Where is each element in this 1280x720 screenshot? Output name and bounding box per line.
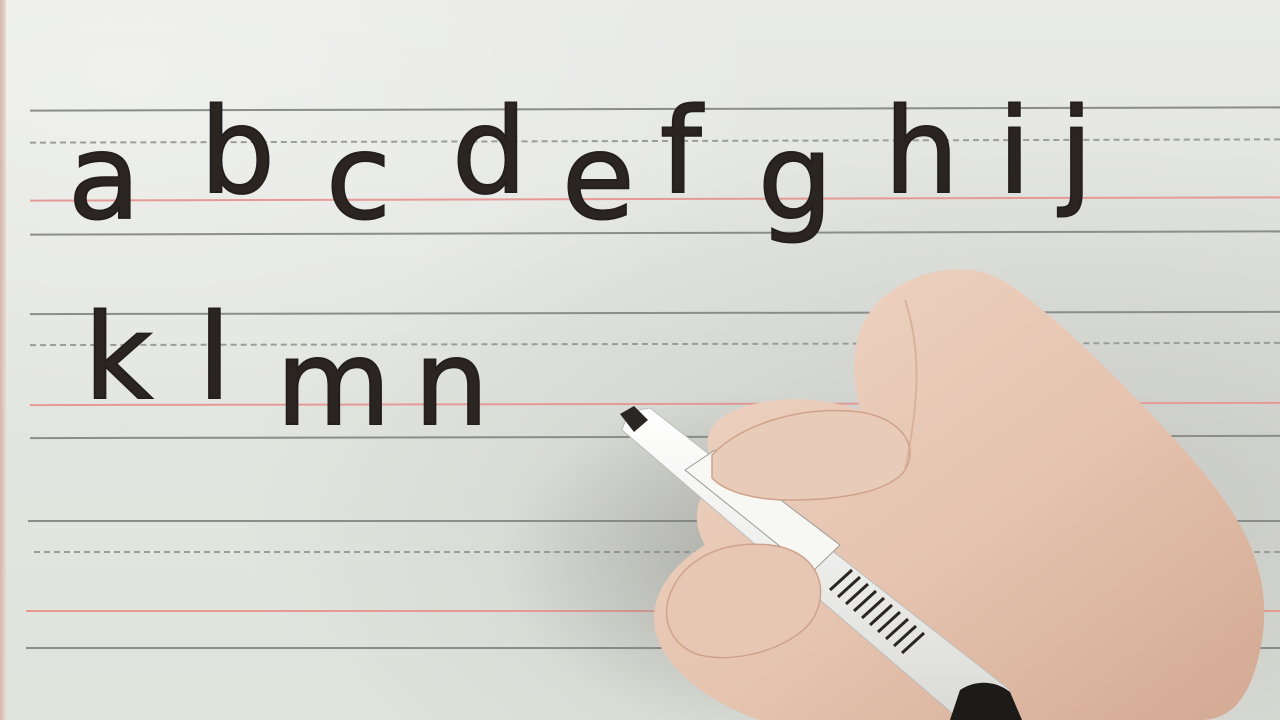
paper-edge [0,0,6,720]
letter-l: l [197,288,232,426]
row3-baseline [26,610,1280,612]
letter-m: m [275,314,392,452]
handwriting-practice-photo: a b c d e f g h i j k l m n [0,0,1280,720]
letter-b: b [199,82,276,220]
letter-k: k [83,288,153,426]
row3-midline [34,551,1280,553]
letter-d: d [451,82,528,220]
letter-j: j [1059,82,1094,220]
letter-f: f [659,82,703,220]
row3-descender-line [26,647,1280,649]
letter-c: c [325,108,392,246]
letter-h: h [883,82,960,220]
letter-a: a [67,108,141,246]
letter-e: e [561,108,636,246]
letter-n: n [413,314,490,452]
letter-g: g [757,108,834,246]
row3-top-line [28,520,1280,522]
letter-i: i [997,82,1032,220]
